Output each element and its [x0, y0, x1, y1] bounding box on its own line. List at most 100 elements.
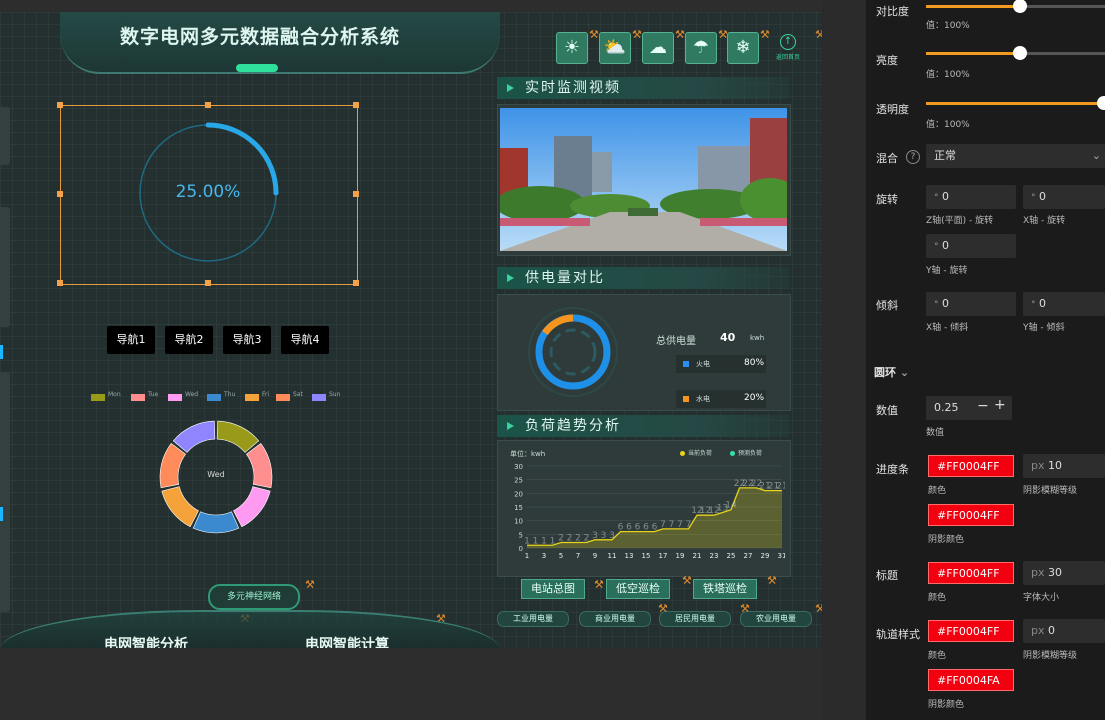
low-altitude-inspection-button[interactable]: 低空巡检: [606, 579, 670, 599]
legend-swatch: [131, 394, 145, 401]
resize-handle[interactable]: [57, 102, 63, 108]
progress-color-input[interactable]: #FF0004FF: [928, 455, 1014, 477]
left-side-widget[interactable]: [0, 107, 10, 165]
nav-button-4[interactable]: 导航4: [281, 326, 329, 354]
resize-handle[interactable]: [205, 102, 211, 108]
resize-handle[interactable]: [57, 191, 63, 197]
anchor-icon: ⚒: [682, 574, 692, 587]
resize-handle[interactable]: [205, 280, 211, 286]
title-size-input[interactable]: px 30: [1023, 561, 1105, 585]
data-label: 2: [567, 534, 573, 544]
tab-grid-compute[interactable]: 电网智能计算: [305, 634, 389, 648]
rotate-y-input[interactable]: ° 0: [926, 234, 1016, 258]
total-supply-label: 总供电量: [656, 336, 696, 347]
residential-power-button[interactable]: 居民用电量: [659, 611, 731, 627]
tower-inspection-button[interactable]: 铁塔巡检: [693, 579, 757, 599]
resize-handle[interactable]: [353, 280, 359, 286]
chevron-down-icon: ⌄: [899, 366, 910, 379]
tab-grid-analysis[interactable]: 电网智能分析: [104, 634, 188, 648]
brightness-slider-thumb[interactable]: [1013, 46, 1027, 60]
anchor-icon: ⚒: [632, 28, 642, 41]
x-tick-label: 7: [576, 552, 580, 560]
track-shadow-color-input[interactable]: #FF0004FA: [928, 669, 1014, 691]
data-label: 6: [626, 523, 632, 533]
donut-center-label: Wed: [207, 470, 225, 479]
agricultural-power-button[interactable]: 农业用电量: [740, 611, 812, 627]
tilt-y-input[interactable]: ° 0: [1023, 292, 1105, 316]
x-tick-label: 3: [542, 552, 546, 560]
rain-cloud-icon[interactable]: ☂: [685, 32, 717, 64]
data-label: 14: [725, 501, 737, 511]
sun-icon[interactable]: ☀: [556, 32, 588, 64]
snow-cloud-icon[interactable]: ❄: [727, 32, 759, 64]
x-tick-label: 21: [693, 552, 702, 560]
resize-handle[interactable]: [353, 191, 359, 197]
rotate-x-input[interactable]: ° 0: [1023, 185, 1105, 209]
plus-icon[interactable]: +: [994, 397, 1006, 413]
brightness-label: 亮度: [876, 54, 898, 67]
nav-button-3[interactable]: 导航3: [223, 326, 271, 354]
panel-header-trend: 负荷趋势分析: [497, 415, 789, 437]
data-label: 3: [601, 531, 607, 541]
bottom-tab-bar: [0, 610, 500, 648]
legend-swatch: [312, 394, 326, 401]
frame-border: [812, 12, 822, 648]
arrow-up-icon: ↑: [780, 34, 796, 50]
gauge-value: 25.00%: [175, 182, 241, 202]
y-tick-label: 0: [519, 545, 523, 553]
data-label: 2: [558, 534, 564, 544]
data-label: 2: [584, 534, 590, 544]
x-tick-label: 1: [525, 552, 529, 560]
progress-blur-unit: px: [1031, 459, 1045, 472]
x-tick-label: 17: [659, 552, 668, 560]
back-home-button[interactable]: ↑ 返回首页: [768, 34, 808, 61]
progress-blur-value: 10: [1048, 459, 1062, 472]
progress-shadow-color-input[interactable]: #FF0004FF: [928, 504, 1014, 526]
legend-swatch: [91, 394, 105, 401]
left-marker: [0, 507, 3, 521]
resize-handle[interactable]: [57, 280, 63, 286]
left-side-widget[interactable]: [0, 372, 10, 612]
rotate-x-label: X轴 - 旋转: [1023, 216, 1066, 226]
y-tick-label: 25: [514, 477, 523, 485]
opacity-slider-track[interactable]: [926, 102, 1105, 105]
partly-cloudy-icon[interactable]: ⛅: [599, 32, 631, 64]
commercial-power-button[interactable]: 商业用电量: [579, 611, 651, 627]
track-blur-label: 阴影模糊等级: [1023, 651, 1078, 661]
help-icon[interactable]: ?: [906, 150, 920, 164]
track-color-input[interactable]: #FF0004FF: [928, 620, 1014, 642]
series-area: [527, 487, 782, 548]
title-style-label: 标题: [876, 569, 898, 582]
ring-section-header[interactable]: 圆环 ⌄: [874, 364, 909, 380]
legend-swatch: [207, 394, 221, 401]
cloud-icon[interactable]: ☁: [642, 32, 674, 64]
progress-shadow-label: 阴影颜色: [928, 535, 965, 545]
data-label: 1: [550, 536, 556, 546]
rotate-z-input[interactable]: ° 0: [926, 185, 1016, 209]
nav-button-1[interactable]: 导航1: [107, 326, 155, 354]
blend-select[interactable]: 正常 ⌄: [926, 144, 1105, 168]
resize-handle[interactable]: [353, 102, 359, 108]
anchor-icon: ⚒: [658, 602, 668, 615]
neural-network-widget[interactable]: 多元神经网络: [208, 584, 300, 610]
data-label: 6: [652, 523, 658, 533]
supply-row-value: 20%: [744, 393, 765, 403]
opacity-slider-thumb[interactable]: [1097, 96, 1105, 110]
minus-icon[interactable]: −: [977, 398, 989, 414]
nav-button-2[interactable]: 导航2: [165, 326, 213, 354]
monitoring-video[interactable]: [500, 108, 787, 251]
track-blur-input[interactable]: px 0: [1023, 619, 1105, 643]
title-color-input[interactable]: #FF0004FF: [928, 562, 1014, 584]
property-panel: 对比度 值：100% 亮度 值：100% 透明度 值：100% 混合 ? 正常 …: [866, 0, 1105, 720]
anchor-icon: ⚒: [760, 28, 770, 41]
rotate-z-label: Z轴(平面) - 旋转: [926, 216, 994, 226]
left-side-widget[interactable]: [0, 207, 10, 327]
power-station-map-button[interactable]: 电站总图: [521, 579, 585, 599]
industrial-power-button[interactable]: 工业用电量: [497, 611, 569, 627]
contrast-slider-thumb[interactable]: [1013, 0, 1027, 13]
progress-blur-label: 阴影模糊等级: [1023, 486, 1078, 496]
tilt-x-input[interactable]: ° 0: [926, 292, 1016, 316]
donut-segment: [245, 442, 273, 489]
progress-blur-input[interactable]: px 10: [1023, 454, 1105, 478]
x-tick-label: 13: [625, 552, 634, 560]
